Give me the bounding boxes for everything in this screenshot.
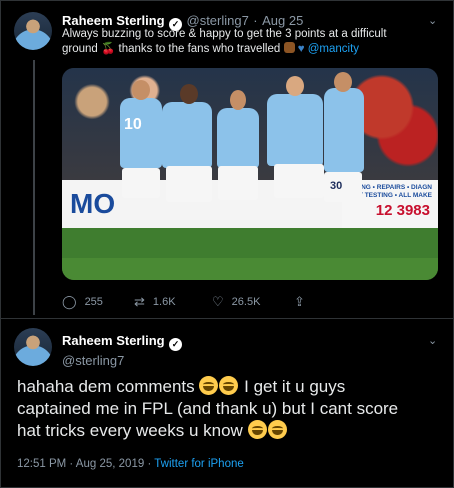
banner-line: CING • REPAIRS • DIAGN — [354, 184, 432, 191]
avatar[interactable] — [14, 328, 52, 366]
player-shorts — [274, 164, 324, 198]
verified-icon: ✓ — [169, 338, 183, 351]
banner-phone: 12 3983 — [375, 202, 430, 219]
banner-text: MO — [70, 188, 116, 219]
laughing-emoji-icon — [199, 376, 219, 395]
banner-small-text: CING • REPAIRS • DIAGN T TESTING • ALL M… — [355, 184, 432, 200]
tweet-text-line: hat tricks every weeks u know — [17, 421, 243, 440]
player-shorts — [166, 166, 212, 202]
thread-connector — [33, 60, 35, 315]
grinning-sweat-emoji-icon — [267, 420, 287, 439]
retweet-count: 1.6K — [152, 296, 176, 308]
clap-emoji-icon — [283, 42, 295, 53]
tweet1-actions: ◯ 255 ⇄ 1.6K ♡ 26.5K ⇪ — [62, 294, 402, 310]
player-shorts — [218, 166, 258, 200]
blue-heart-icon: ♥ — [297, 43, 305, 55]
share-button[interactable]: ⇪ — [294, 294, 305, 310]
tweet-date[interactable]: Aug 25 — [262, 13, 303, 28]
player-shorts — [122, 168, 160, 198]
player-figure — [217, 108, 259, 168]
tweet-text-line: hahaha dem comments — [17, 377, 195, 396]
user-handle[interactable]: @sterling7 — [187, 13, 249, 28]
separator: · — [147, 458, 152, 470]
tweet-meta: 12:51 PM · Aug 25, 2019 · Twitter for iP… — [17, 458, 244, 470]
tired-face-emoji-icon — [247, 420, 267, 439]
tweet2-header: Raheem Sterling ✓ @sterling7 — [62, 332, 183, 368]
shirt-number: 30 — [330, 180, 343, 192]
player-figure — [267, 94, 323, 166]
mention-link[interactable]: @mancity — [308, 43, 359, 55]
player-head — [132, 80, 150, 100]
tweet-text: hahaha dem comments I get it u guys capt… — [17, 376, 437, 442]
player-head — [230, 90, 246, 110]
user-handle[interactable]: @sterling7 — [62, 353, 182, 368]
reply-count: 255 — [84, 296, 103, 308]
tweet-source-link[interactable]: Twitter for iPhone — [154, 458, 243, 470]
cherries-emoji-icon: 🍒 — [101, 43, 116, 55]
banner-line: T TESTING • ALL MAKE — [358, 192, 432, 199]
avatar[interactable] — [14, 12, 52, 50]
player-head — [180, 84, 198, 104]
reply-icon: ◯ — [62, 294, 77, 309]
like-button[interactable]: ♡ 26.5K — [212, 294, 260, 310]
separator: · — [253, 13, 258, 28]
pitch — [62, 258, 438, 280]
divider — [0, 318, 454, 319]
tweet-text-line: ground — [62, 43, 98, 55]
tweet-timestamp[interactable]: 12:51 PM · Aug 25, 2019 — [17, 458, 144, 470]
tweet-text: Always buzzing to score & happy to get t… — [62, 27, 422, 57]
retweet-icon: ⇄ — [134, 294, 145, 309]
player-figure — [162, 102, 212, 168]
shirt-number: 10 — [124, 116, 142, 133]
player-head — [334, 72, 352, 92]
like-count: 26.5K — [231, 296, 261, 308]
tweet-text-line: thanks to the fans who travelled — [118, 43, 281, 55]
tweet-photo[interactable]: MO CING • REPAIRS • DIAGN T TESTING • AL… — [62, 68, 438, 280]
player-figure — [324, 88, 364, 172]
tweet-text-line: Always buzzing to score & happy to get t… — [62, 28, 387, 40]
tweet-text-line: captained me in FPL (and thank u) but I … — [17, 399, 399, 418]
display-name[interactable]: Raheem Sterling — [62, 333, 165, 348]
player-head — [286, 76, 304, 96]
like-icon: ♡ — [212, 294, 224, 309]
display-name[interactable]: Raheem Sterling — [62, 13, 165, 28]
retweet-button[interactable]: ⇄ 1.6K — [134, 294, 176, 310]
tweet-text-line: I get it u guys — [244, 377, 346, 396]
laughing-emoji-icon — [219, 376, 239, 395]
chevron-down-icon[interactable]: ⌄ — [428, 334, 437, 347]
share-icon: ⇪ — [294, 294, 305, 309]
chevron-down-icon[interactable]: ⌄ — [428, 14, 437, 27]
reply-button[interactable]: ◯ 255 — [62, 294, 103, 310]
